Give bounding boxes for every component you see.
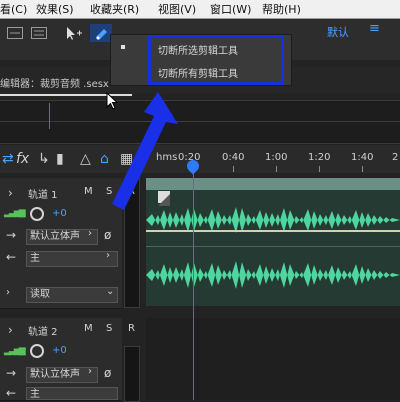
waveform-top <box>146 207 400 233</box>
menu-item-effects[interactable]: 效果(S) <box>36 1 74 17</box>
menu-item-favorites[interactable]: 收藏夹(R) <box>90 1 139 17</box>
volume-value[interactable]: +0 <box>52 345 67 356</box>
phase-invert-icon[interactable]: ø <box>104 366 111 380</box>
razor-tool-button[interactable] <box>90 24 112 42</box>
automation-chevron-icon[interactable]: › <box>6 287 10 298</box>
ruler-tick <box>362 166 363 172</box>
menu-bar: 看(C) 效果(S) 收藏夹(R) 视图(V) 窗口(W) 帮助(H) <box>0 0 400 19</box>
volume-envelope-line[interactable] <box>146 230 400 232</box>
waveform-bottom <box>146 261 400 289</box>
ruler-tick <box>233 166 234 172</box>
menu-item-window[interactable]: 窗口(W) <box>210 1 251 17</box>
bus-select-value: 主 <box>30 389 40 400</box>
solo-button[interactable]: S <box>106 323 112 334</box>
overview-playhead <box>49 103 50 129</box>
volume-knob[interactable] <box>30 344 44 358</box>
output-select-value: 默认立体声 <box>30 231 80 242</box>
chevron-right-icon: › <box>88 228 92 239</box>
bus-select-value: 主 <box>30 253 40 264</box>
workspace-label[interactable]: 默认 <box>327 24 349 40</box>
output-arrow-icon: ← <box>6 386 17 400</box>
workspace-menu-icon[interactable]: ≡ <box>369 21 380 36</box>
bus-select[interactable]: 主 <box>26 251 118 267</box>
waveform-icon <box>7 27 23 39</box>
ruler-tick <box>319 166 320 172</box>
phase-invert-icon[interactable]: ø <box>104 228 111 242</box>
ruler-label: 1:40 <box>351 152 374 163</box>
mouse-cursor-icon <box>106 92 119 110</box>
input-output-icon[interactable]: ⇄ <box>2 151 14 167</box>
bus-select[interactable]: 主 <box>26 387 118 400</box>
overview-divider <box>0 121 400 122</box>
empty-clip-area-track2[interactable] <box>146 318 400 400</box>
collapse-chevron-icon[interactable]: › <box>8 186 13 200</box>
automation-mode-select[interactable]: 读取 <box>26 287 118 303</box>
track-level-meter-2 <box>124 346 140 402</box>
chevron-right-icon: › <box>106 250 110 261</box>
automation-mode-value: 读取 <box>30 289 50 300</box>
ruler-tick <box>276 166 277 172</box>
output-arrow-icon: ← <box>6 250 17 264</box>
eq-icon[interactable]: ▮ <box>56 151 64 167</box>
chevron-right-icon: › <box>88 366 92 377</box>
clip-header-bar[interactable] <box>146 178 400 190</box>
effects-fx-icon[interactable]: fx <box>16 151 29 167</box>
volume-level-icon: ▂▃▅▆ <box>4 208 26 218</box>
metronome-icon[interactable]: △ <box>80 151 91 167</box>
razor-icon <box>96 29 107 40</box>
menu-item-help[interactable]: 帮助(H) <box>262 1 301 17</box>
track-name-2[interactable]: 轨道 2 <box>28 323 58 338</box>
volume-level-icon: ▂▃▅▆ <box>4 346 26 356</box>
volume-value[interactable]: +0 <box>52 208 67 219</box>
move-tool-icon <box>67 27 82 40</box>
multitrack-icon <box>31 27 47 39</box>
mute-button[interactable]: M <box>84 323 93 334</box>
channel-divider <box>146 246 400 247</box>
output-select-value: 默认立体声 <box>30 369 80 380</box>
chevron-down-icon: ⌄ <box>106 286 115 297</box>
mute-button[interactable]: M <box>84 186 93 197</box>
collapse-chevron-icon[interactable]: › <box>8 323 13 337</box>
sends-icon[interactable]: ↳ <box>38 151 50 167</box>
ruler-label: 1:20 <box>308 152 331 163</box>
selected-bullet-icon <box>121 45 125 49</box>
ruler-label: 2 <box>392 152 399 163</box>
move-tool-button[interactable] <box>62 24 84 42</box>
menu-item-view[interactable]: 视图(V) <box>158 1 196 17</box>
menu-item-edit[interactable]: 看(C) <box>0 1 27 17</box>
playhead-line[interactable] <box>193 172 194 400</box>
ruler-label: 1:00 <box>265 152 288 163</box>
volume-knob[interactable] <box>30 207 44 221</box>
ruler-label: 0:40 <box>222 152 245 163</box>
waveform-view-button[interactable] <box>6 24 24 42</box>
input-arrow-icon: → <box>6 228 17 242</box>
record-arm-button[interactable]: R <box>128 323 135 334</box>
highlight-box <box>148 35 284 85</box>
multitrack-view-button[interactable] <box>30 24 48 42</box>
input-arrow-icon: → <box>6 366 17 380</box>
overview-panel[interactable] <box>0 100 400 144</box>
track-name-1[interactable]: 轨道 1 <box>28 186 58 201</box>
